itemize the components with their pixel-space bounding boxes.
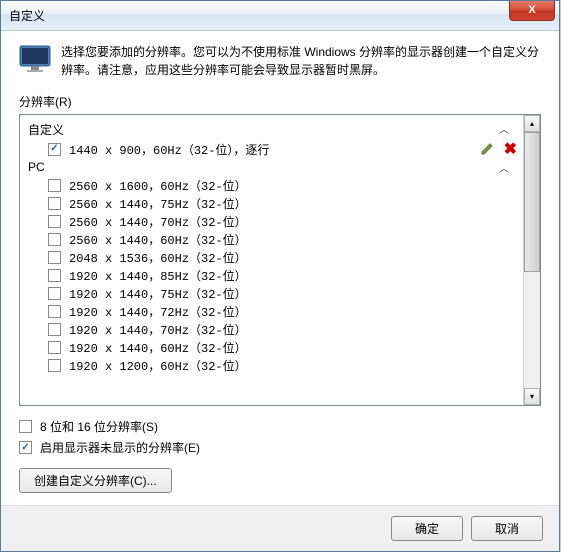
pc-resolution-item[interactable]: 1920 x 1440，85Hz（32-位） <box>20 266 523 284</box>
scroll-down-button[interactable]: ▾ <box>524 388 540 405</box>
cancel-button[interactable]: 取消 <box>471 516 543 541</box>
resolution-text: 1920 x 1440，85Hz（32-位） <box>69 267 523 284</box>
checkbox-8-16-bit[interactable] <box>19 420 32 433</box>
custom-resolution-item[interactable]: 1440 x 900，60Hz（32-位），逐行 ✖ <box>20 140 523 158</box>
titlebar: 自定义 X <box>1 1 559 31</box>
checkbox-icon[interactable] <box>48 251 61 264</box>
scroll-track[interactable] <box>524 272 540 388</box>
content-area: 选择您要添加的分辨率。您可以为不使用标准 Windiows 分辨率的显示器创建一… <box>1 31 559 505</box>
pc-resolution-item[interactable]: 1920 x 1440，70Hz（32-位） <box>20 320 523 338</box>
checkbox-icon[interactable] <box>48 143 61 156</box>
checkbox-8-16-bit-label: 8 位和 16 位分辨率(S) <box>40 418 158 435</box>
checkbox-icon[interactable] <box>48 197 61 210</box>
resolution-text: 1920 x 1440，72Hz（32-位） <box>69 303 523 320</box>
dialog-window: 自定义 X 选择您要添加的分辨率。您可以为不使用标准 Windiows 分辨率的… <box>0 0 560 552</box>
checkbox-icon[interactable] <box>48 323 61 336</box>
pc-resolution-item[interactable]: 1920 x 1200，60Hz（32-位） <box>20 356 523 374</box>
checkbox-enable-hidden-label: 启用显示器未显示的分辨率(E) <box>40 439 200 456</box>
pc-resolution-item[interactable]: 1920 x 1440，60Hz（32-位） <box>20 338 523 356</box>
pc-resolution-item[interactable]: 2048 x 1536，60Hz（32-位） <box>20 248 523 266</box>
pencil-icon[interactable] <box>480 142 494 156</box>
resolution-text: 2560 x 1440，60Hz（32-位） <box>69 231 523 248</box>
scroll-up-button[interactable]: ▴ <box>524 115 540 132</box>
resolution-text: 2560 x 1600，60Hz（32-位） <box>69 177 523 194</box>
ok-button[interactable]: 确定 <box>391 516 463 541</box>
checkbox-icon[interactable] <box>48 215 61 228</box>
scrollbar[interactable]: ▴ ▾ <box>523 115 540 405</box>
close-button[interactable]: X <box>509 1 555 21</box>
checkbox-icon[interactable] <box>48 305 61 318</box>
resolution-listbox[interactable]: 自定义 ︿ 1440 x 900，60Hz（32-位），逐行 ✖ PC ︿ 25… <box>19 114 541 406</box>
pc-resolution-item[interactable]: 1920 x 1440，72Hz（32-位） <box>20 302 523 320</box>
resolution-text: 2560 x 1440，70Hz（32-位） <box>69 213 523 230</box>
pc-resolution-item[interactable]: 1920 x 1440，75Hz（32-位） <box>20 284 523 302</box>
pc-resolution-item[interactable]: 2560 x 1440，60Hz（32-位） <box>20 230 523 248</box>
delete-icon[interactable]: ✖ <box>504 139 517 159</box>
resolution-text: 1920 x 1440，75Hz（32-位） <box>69 285 523 302</box>
checkbox-icon[interactable] <box>48 359 61 372</box>
monitor-icon <box>19 45 51 73</box>
pc-resolution-item[interactable]: 2560 x 1440，75Hz（32-位） <box>20 194 523 212</box>
collapse-icon[interactable]: ︿ <box>499 160 509 175</box>
resolution-label: 分辨率(R) <box>19 93 541 110</box>
pc-resolution-item[interactable]: 2560 x 1600，60Hz（32-位） <box>20 176 523 194</box>
checkbox-icon[interactable] <box>48 341 61 354</box>
checkbox-enable-hidden[interactable] <box>19 441 32 454</box>
resolution-text: 2048 x 1536，60Hz（32-位） <box>69 249 523 266</box>
dialog-footer: 确定 取消 <box>1 505 559 551</box>
checkbox-icon[interactable] <box>48 269 61 282</box>
resolution-text: 1920 x 1440，70Hz（32-位） <box>69 321 523 338</box>
scroll-thumb[interactable] <box>524 132 540 272</box>
collapse-icon[interactable]: ︿ <box>499 121 509 136</box>
pc-resolution-item[interactable]: 2560 x 1440，70Hz（32-位） <box>20 212 523 230</box>
group-custom: 自定义 ︿ <box>20 119 523 140</box>
checkbox-icon[interactable] <box>48 233 61 246</box>
resolution-text: 1920 x 1200，60Hz（32-位） <box>69 357 523 374</box>
create-custom-button[interactable]: 创建自定义分辨率(C)... <box>19 468 172 493</box>
group-pc: PC ︿ <box>20 158 523 176</box>
checkbox-icon[interactable] <box>48 179 61 192</box>
description-text: 选择您要添加的分辨率。您可以为不使用标准 Windiows 分辨率的显示器创建一… <box>61 43 541 79</box>
checkbox-icon[interactable] <box>48 287 61 300</box>
resolution-text: 2560 x 1440，75Hz（32-位） <box>69 195 523 212</box>
window-title: 自定义 <box>9 7 45 24</box>
resolution-text: 1920 x 1440，60Hz（32-位） <box>69 339 523 356</box>
